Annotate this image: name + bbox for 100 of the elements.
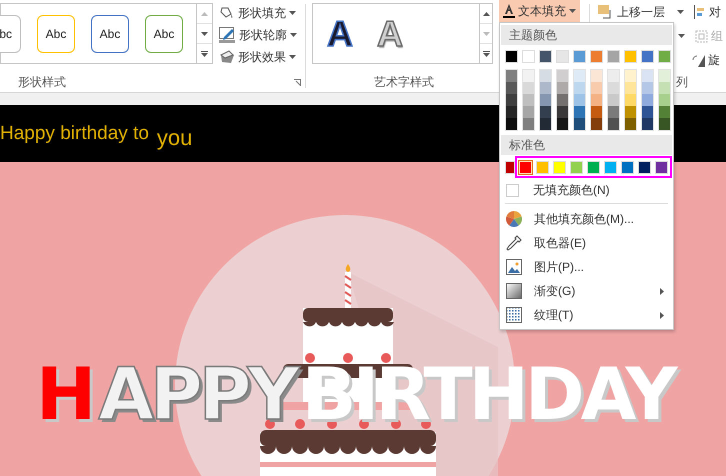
no-fill-item[interactable]: 无填充颜色(N) — [501, 180, 672, 200]
color-swatch[interactable] — [591, 82, 602, 94]
color-swatch[interactable] — [506, 82, 517, 94]
color-swatch[interactable] — [540, 82, 551, 94]
color-swatch[interactable] — [659, 94, 670, 106]
color-swatch[interactable] — [553, 160, 566, 174]
wordart-style-sample[interactable]: A — [327, 16, 353, 52]
texture-icon — [506, 307, 522, 323]
color-swatch[interactable] — [556, 50, 569, 63]
color-swatch[interactable] — [557, 118, 568, 130]
color-swatch[interactable] — [539, 50, 552, 63]
color-swatch[interactable] — [505, 50, 518, 63]
text-color-icon — [503, 4, 515, 18]
rotate-button[interactable]: 旋 — [692, 51, 720, 69]
color-swatch[interactable] — [659, 106, 670, 118]
shape-style-swatch[interactable]: Abc — [91, 14, 129, 52]
color-swatch[interactable] — [625, 118, 636, 130]
color-swatch[interactable] — [608, 94, 619, 106]
color-swatch[interactable] — [607, 50, 620, 63]
color-swatch[interactable] — [557, 106, 568, 118]
color-swatch[interactable] — [591, 118, 602, 130]
color-swatch[interactable] — [608, 106, 619, 118]
align-icon — [694, 5, 706, 19]
color-swatch[interactable] — [641, 50, 654, 63]
color-swatch[interactable] — [574, 118, 585, 130]
menu-item[interactable]: 其他填充颜色(M)... — [501, 207, 672, 231]
dialog-launcher-icon[interactable] — [294, 78, 301, 86]
shape-style-swatch[interactable]: Abc — [145, 14, 183, 52]
color-swatch[interactable] — [638, 160, 651, 174]
color-swatch[interactable] — [557, 94, 568, 106]
color-swatch[interactable] — [540, 118, 551, 130]
color-swatch[interactable] — [506, 118, 517, 130]
color-swatch[interactable] — [574, 106, 585, 118]
color-swatch[interactable] — [574, 70, 585, 82]
menu-item[interactable]: 渐变(G) — [501, 279, 672, 303]
color-swatch[interactable] — [642, 82, 653, 94]
group-label: 列 — [676, 74, 688, 91]
color-swatch[interactable] — [587, 160, 600, 174]
pencil-icon — [219, 26, 236, 42]
color-swatch[interactable] — [604, 160, 617, 174]
color-swatch[interactable] — [523, 82, 534, 94]
menu-item[interactable]: 取色器(E) — [501, 231, 672, 255]
color-swatch[interactable] — [506, 70, 517, 82]
color-swatch[interactable] — [523, 70, 534, 82]
shape-style-swatch[interactable]: Abc — [37, 14, 75, 52]
color-swatch[interactable] — [624, 50, 637, 63]
shape-format-button[interactable]: 形状填充 — [218, 3, 298, 22]
color-swatch[interactable] — [625, 94, 636, 106]
expand-gallery-icon — [201, 50, 208, 56]
bring-forward-button[interactable]: 上移一层 — [598, 3, 665, 21]
color-swatch[interactable] — [642, 118, 653, 130]
color-swatch[interactable] — [574, 94, 585, 106]
shape-format-button[interactable]: 形状轮廓 — [218, 25, 298, 44]
caret-icon — [677, 10, 684, 14]
align-button[interactable]: 对 — [694, 3, 721, 21]
color-swatch[interactable] — [540, 94, 551, 106]
text-fill-button[interactable]: 文本填充 — [499, 0, 580, 22]
group-label: 艺术字样式 — [374, 74, 434, 91]
color-swatch[interactable] — [506, 106, 517, 118]
color-swatch[interactable] — [522, 50, 535, 63]
color-swatch[interactable] — [570, 160, 583, 174]
color-swatch[interactable] — [591, 106, 602, 118]
color-swatch[interactable] — [557, 82, 568, 94]
color-swatch[interactable] — [591, 94, 602, 106]
color-swatch[interactable] — [523, 118, 534, 130]
caret-icon — [290, 32, 297, 36]
color-swatch[interactable] — [573, 50, 586, 63]
color-swatch[interactable] — [608, 70, 619, 82]
color-swatch[interactable] — [506, 94, 517, 106]
color-swatch[interactable] — [659, 70, 670, 82]
color-swatch[interactable] — [642, 106, 653, 118]
color-swatch[interactable] — [574, 82, 585, 94]
color-swatch[interactable] — [591, 70, 602, 82]
color-swatch[interactable] — [621, 160, 634, 174]
color-swatch[interactable] — [658, 50, 671, 63]
color-swatch[interactable] — [523, 106, 534, 118]
color-swatch[interactable] — [659, 118, 670, 130]
section-header: 标准色 — [501, 135, 672, 155]
color-swatch[interactable] — [523, 94, 534, 106]
word-art-text: APPY — [98, 351, 298, 438]
color-swatch[interactable] — [536, 160, 549, 174]
color-swatch[interactable] — [625, 70, 636, 82]
color-swatch[interactable] — [655, 160, 668, 174]
color-swatch[interactable] — [540, 70, 551, 82]
color-swatch[interactable] — [590, 50, 603, 63]
paint-bucket-icon — [219, 6, 235, 20]
color-swatch[interactable] — [505, 160, 515, 174]
color-swatch[interactable] — [642, 94, 653, 106]
color-swatch[interactable] — [608, 82, 619, 94]
color-swatch[interactable] — [608, 118, 619, 130]
shape-format-button[interactable]: 形状效果 — [218, 47, 298, 66]
color-swatch[interactable] — [557, 70, 568, 82]
color-swatch[interactable] — [625, 82, 636, 94]
shape-style-swatch[interactable]: bc — [0, 14, 21, 52]
color-swatch[interactable] — [540, 106, 551, 118]
color-swatch[interactable] — [659, 82, 670, 94]
menu-item[interactable]: 图片(P)... — [501, 255, 672, 279]
menu-item[interactable]: 纹理(T) — [501, 303, 672, 327]
color-swatch[interactable] — [625, 106, 636, 118]
color-swatch[interactable] — [642, 70, 653, 82]
